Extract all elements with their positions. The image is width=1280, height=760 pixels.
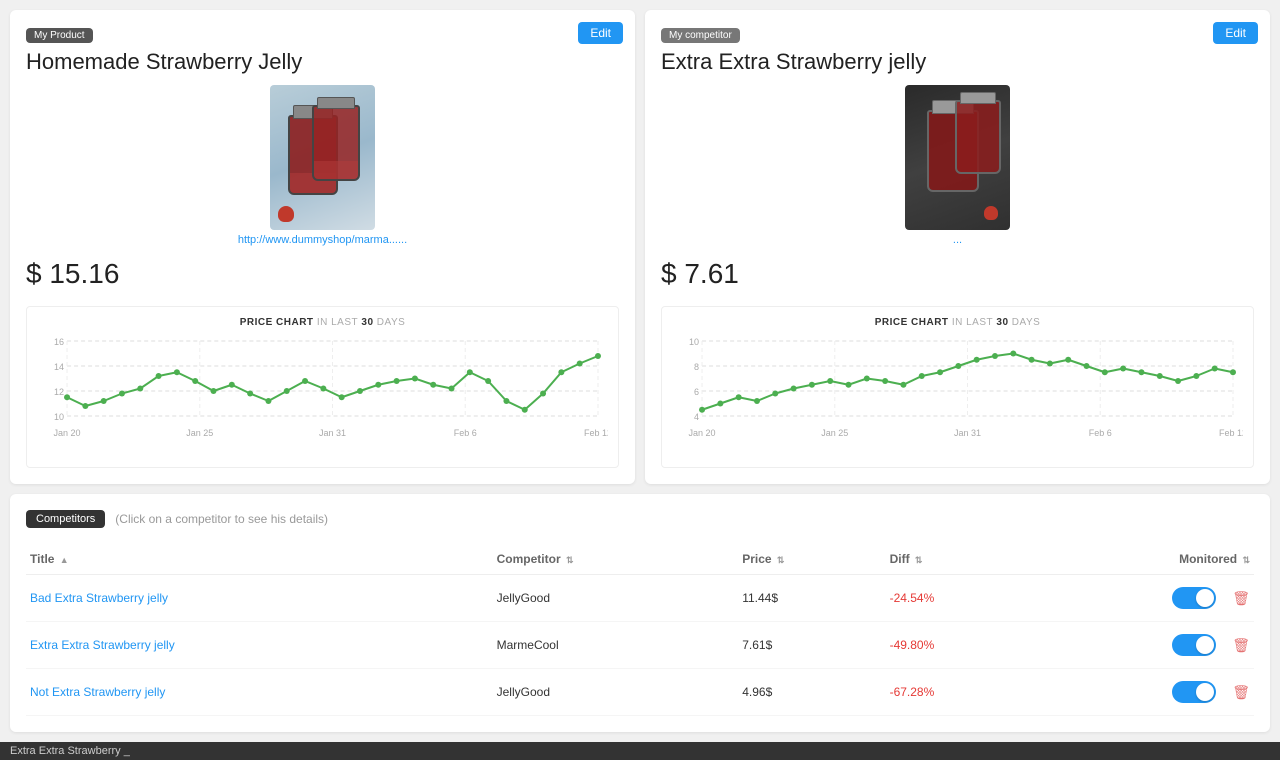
col-price-label: Price <box>742 552 771 566</box>
my-product-chart-title: PRICE CHART IN LAST 30 DAYS <box>37 317 608 328</box>
competitors-section: Competitors (Click on a competitor to se… <box>10 494 1270 732</box>
price-sort-icon[interactable]: ⇅ <box>777 555 785 565</box>
col-header-competitor: Competitor ⇅ <box>493 544 739 575</box>
svg-text:Feb 6: Feb 6 <box>1089 428 1112 438</box>
row-diff-cell: -67.28% <box>886 669 1033 716</box>
my-product-price: $ 15.16 <box>26 258 619 290</box>
competitor-panel: My competitor Edit Extra Extra Strawberr… <box>645 10 1270 484</box>
competitor-chart-container: PRICE CHART IN LAST 30 DAYS 4 6 8 10 Jan 20 J… <box>661 306 1254 468</box>
row-monitored-cell: 🗑 <box>1033 669 1254 716</box>
competitor-edit-button[interactable]: Edit <box>1213 22 1258 44</box>
diff-sort-icon[interactable]: ⇅ <box>915 555 923 565</box>
competitors-tbody: Bad Extra Strawberry jelly JellyGood 11.… <box>26 575 1254 716</box>
monitored-sort-icon[interactable]: ⇅ <box>1242 555 1250 565</box>
svg-text:Feb 12: Feb 12 <box>1219 428 1243 438</box>
competitor-title: Extra Extra Strawberry jelly <box>661 49 1254 75</box>
svg-text:12: 12 <box>54 387 64 397</box>
table-row[interactable]: Bad Extra Strawberry jelly JellyGood 11.… <box>26 575 1254 622</box>
my-product-image-area: http://www.dummyshop/marma...... <box>26 85 619 246</box>
col-competitor-label: Competitor <box>497 552 561 566</box>
competitor-chart-title: PRICE CHART IN LAST 30 DAYS <box>672 317 1243 328</box>
svg-text:Feb 6: Feb 6 <box>454 428 477 438</box>
competitor-title-link[interactable]: Bad Extra Strawberry jelly <box>30 591 168 605</box>
svg-text:Feb 12: Feb 12 <box>584 428 608 438</box>
table-row[interactable]: Not Extra Strawberry jelly JellyGood 4.9… <box>26 669 1254 716</box>
competitor-product-link[interactable]: ... <box>953 234 962 246</box>
row-price-cell: 11.44$ <box>738 575 885 622</box>
col-diff-label: Diff <box>890 552 910 566</box>
my-product-panel: My Product Edit Homemade Strawberry Jell… <box>10 10 635 484</box>
delete-icon[interactable]: 🗑 <box>1232 637 1250 654</box>
row-price-cell: 7.61$ <box>738 622 885 669</box>
title-sort-icon[interactable]: ▲ <box>60 555 69 565</box>
col-header-monitored: Monitored ⇅ <box>1033 544 1254 575</box>
table-header: Title ▲ Competitor ⇅ Price ⇅ Diff ⇅ <box>26 544 1254 575</box>
svg-text:14: 14 <box>54 362 64 372</box>
competitor-badge: My competitor <box>661 28 740 43</box>
row-competitor-cell: JellyGood <box>493 575 739 622</box>
svg-text:Jan 20: Jan 20 <box>689 428 716 438</box>
competitors-header: Competitors (Click on a competitor to se… <box>26 510 1254 528</box>
my-product-badge: My Product <box>26 28 93 43</box>
delete-icon[interactable]: 🗑 <box>1232 684 1250 701</box>
monitored-toggle[interactable] <box>1172 587 1216 609</box>
competitor-price-chart: 4 6 8 10 Jan 20 Jan 25 Jan 31 Feb 6 Feb 12 <box>672 336 1243 456</box>
my-product-title: Homemade Strawberry Jelly <box>26 49 619 75</box>
competitor-price: $ 7.61 <box>661 258 1254 290</box>
svg-text:Jan 31: Jan 31 <box>319 428 346 438</box>
col-monitored-label: Monitored <box>1179 552 1237 566</box>
svg-text:6: 6 <box>694 387 699 397</box>
my-product-chart-container: PRICE CHART IN LAST 30 DAYS 10 12 14 16 Jan … <box>26 306 619 468</box>
col-header-price: Price ⇅ <box>738 544 885 575</box>
svg-text:Jan 25: Jan 25 <box>186 428 213 438</box>
row-title-cell[interactable]: Bad Extra Strawberry jelly <box>26 575 493 622</box>
svg-text:4: 4 <box>694 412 699 422</box>
competitor-title-link[interactable]: Not Extra Strawberry jelly <box>30 685 165 699</box>
monitored-toggle[interactable] <box>1172 634 1216 656</box>
my-product-price-chart: 10 12 14 16 Jan 20 Jan 25 Jan 31 Feb 6 Feb 12 <box>37 336 608 456</box>
my-product-chart-days-num: 30 <box>361 317 373 328</box>
competitors-hint: (Click on a competitor to see his detail… <box>115 512 328 526</box>
my-product-chart-days-suffix: DAYS <box>377 317 406 328</box>
svg-text:8: 8 <box>694 362 699 372</box>
competitors-badge: Competitors <box>26 510 105 528</box>
row-monitored-cell: 🗑 <box>1033 622 1254 669</box>
my-product-link[interactable]: http://www.dummyshop/marma...... <box>238 234 407 246</box>
monitored-toggle[interactable] <box>1172 681 1216 703</box>
svg-text:16: 16 <box>54 337 64 347</box>
svg-text:10: 10 <box>689 337 699 347</box>
top-panels: My Product Edit Homemade Strawberry Jell… <box>0 0 1280 494</box>
row-title-cell[interactable]: Not Extra Strawberry jelly <box>26 669 493 716</box>
svg-text:Jan 25: Jan 25 <box>821 428 848 438</box>
svg-text:Jan 31: Jan 31 <box>954 428 981 438</box>
status-bar: Extra Extra Strawberry _ <box>0 742 1280 760</box>
col-title-label: Title <box>30 552 54 566</box>
my-product-chart-title-bold: PRICE CHART <box>240 317 314 328</box>
competitors-table: Title ▲ Competitor ⇅ Price ⇅ Diff ⇅ <box>26 544 1254 716</box>
row-diff-cell: -49.80% <box>886 622 1033 669</box>
svg-text:10: 10 <box>54 412 64 422</box>
my-product-edit-button[interactable]: Edit <box>578 22 623 44</box>
row-competitor-cell: JellyGood <box>493 669 739 716</box>
row-monitored-cell: 🗑 <box>1033 575 1254 622</box>
col-header-title: Title ▲ <box>26 544 493 575</box>
my-product-chart-in-last: IN LAST <box>317 317 358 328</box>
competitor-chart-days-suffix: DAYS <box>1012 317 1041 328</box>
competitor-chart-in-last: IN LAST <box>952 317 993 328</box>
row-price-cell: 4.96$ <box>738 669 885 716</box>
competitor-title-link[interactable]: Extra Extra Strawberry jelly <box>30 638 175 652</box>
app-container: My Product Edit Homemade Strawberry Jell… <box>0 0 1280 760</box>
svg-text:Jan 20: Jan 20 <box>54 428 81 438</box>
col-header-diff: Diff ⇅ <box>886 544 1033 575</box>
competitor-image-area: ... <box>661 85 1254 246</box>
row-diff-cell: -24.54% <box>886 575 1033 622</box>
competitor-sort-icon[interactable]: ⇅ <box>566 555 574 565</box>
competitor-chart-days-num: 30 <box>996 317 1008 328</box>
row-competitor-cell: MarmeCool <box>493 622 739 669</box>
table-row[interactable]: Extra Extra Strawberry jelly MarmeCool 7… <box>26 622 1254 669</box>
competitor-chart-title-bold: PRICE CHART <box>875 317 949 328</box>
status-text: Extra Extra Strawberry _ <box>10 745 130 757</box>
delete-icon[interactable]: 🗑 <box>1232 590 1250 607</box>
row-title-cell[interactable]: Extra Extra Strawberry jelly <box>26 622 493 669</box>
